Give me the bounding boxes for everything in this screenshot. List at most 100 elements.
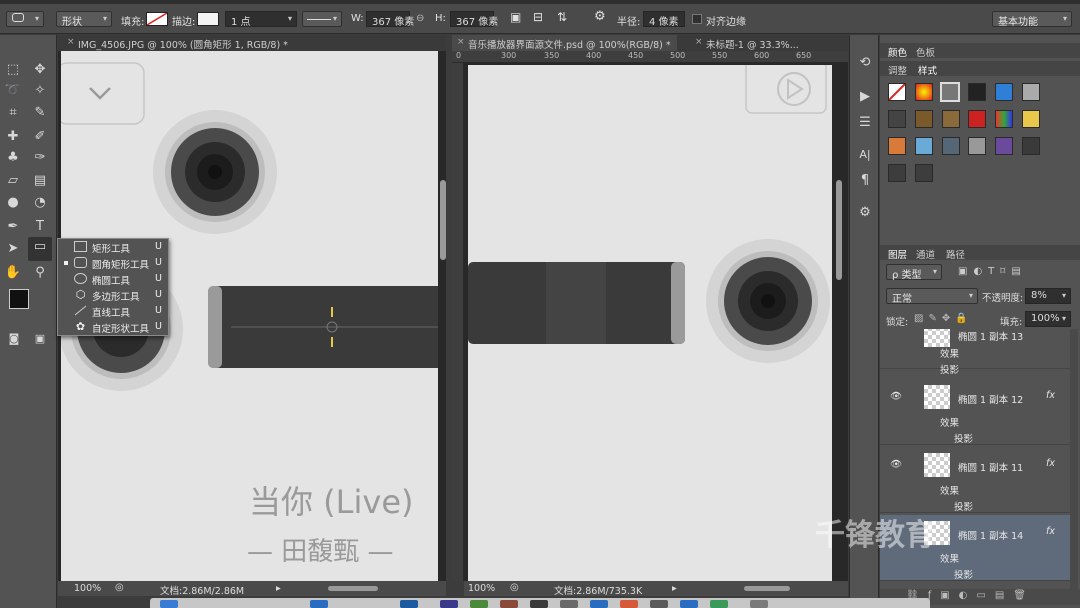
blur-icon[interactable]: ●: [3, 193, 23, 213]
stroke-width-input[interactable]: 1 点 ▾: [225, 11, 297, 28]
align-edges-checkbox[interactable]: [692, 14, 702, 24]
doc3-tab[interactable]: × 未标题-1 @ 33.3%...: [690, 35, 805, 51]
tab-adjustments[interactable]: 调整: [888, 63, 907, 77]
tab-channels[interactable]: 通道: [916, 247, 935, 261]
layer-row[interactable]: 👁 椭圆 1 副本 11 fx 效果 投影: [880, 447, 1070, 513]
gradient-icon[interactable]: ▤: [30, 171, 50, 191]
menu-item-line[interactable]: 直线工具 U: [58, 303, 168, 319]
link-icon[interactable]: ⊖: [416, 13, 424, 24]
style-swatch-selected[interactable]: [940, 82, 960, 102]
healing-brush-icon[interactable]: ✚: [3, 127, 23, 147]
layer-row[interactable]: 椭圆 1 副本 13 效果 投影: [880, 329, 1070, 376]
tool-preset-picker[interactable]: ▾: [6, 11, 44, 27]
dock-app-icon[interactable]: [400, 600, 418, 608]
dock-app-icon[interactable]: [310, 600, 328, 608]
style-swatch[interactable]: [888, 110, 906, 128]
dock-app-icon[interactable]: [710, 600, 728, 608]
doc2-status-arrow-icon[interactable]: ▸: [672, 583, 677, 594]
dock-app-icon[interactable]: [590, 600, 608, 608]
menu-item-rounded-rectangle[interactable]: 圆角矩形工具 U: [58, 255, 168, 271]
style-swatch[interactable]: [888, 137, 906, 155]
doc2-vscroll[interactable]: [836, 180, 842, 280]
path-ops-icon[interactable]: ▣: [510, 10, 521, 24]
close-icon[interactable]: ×: [67, 37, 75, 47]
doc1-vscroll[interactable]: [440, 180, 446, 260]
workspace-dropdown[interactable]: 基本功能 ▾: [992, 11, 1072, 28]
path-arrange-icon[interactable]: ⇅: [557, 10, 567, 24]
visibility-eye-icon[interactable]: 👁: [890, 459, 902, 470]
radius-input[interactable]: 4 像素: [643, 11, 685, 28]
style-swatch[interactable]: [968, 83, 986, 101]
doc1-hscroll[interactable]: [328, 586, 378, 591]
tab-styles[interactable]: 样式: [918, 63, 937, 77]
width-input[interactable]: 367 像素: [366, 11, 414, 28]
foreground-color[interactable]: [9, 289, 29, 309]
type-icon[interactable]: T: [30, 217, 50, 237]
style-swatch[interactable]: [968, 110, 986, 128]
menu-item-polygon[interactable]: ⬡ 多边形工具 U: [58, 287, 168, 303]
fx-icon[interactable]: fx: [1046, 458, 1055, 469]
lock-icons[interactable]: ▨✎✥🔒: [914, 313, 973, 324]
path-selection-icon[interactable]: ➤: [3, 239, 23, 259]
style-swatch[interactable]: [942, 110, 960, 128]
fill-input[interactable]: 100% ▾: [1025, 311, 1071, 327]
dock-app-icon[interactable]: [750, 600, 768, 608]
paragraph-icon[interactable]: ¶: [855, 171, 875, 191]
marquee-icon[interactable]: ⬚: [3, 60, 23, 80]
dock-app-icon[interactable]: [530, 600, 548, 608]
style-swatch[interactable]: [942, 137, 960, 155]
dock-app-icon[interactable]: [620, 600, 638, 608]
move-icon[interactable]: ✥: [30, 60, 50, 80]
style-swatch[interactable]: [995, 137, 1013, 155]
layer-filter-dropdown[interactable]: ρ 类型 ▾: [886, 264, 942, 281]
style-none[interactable]: [888, 83, 906, 101]
stroke-type-dropdown[interactable]: ▾: [302, 11, 342, 27]
menu-item-rectangle[interactable]: 矩形工具 U: [58, 239, 168, 255]
layer-row[interactable]: 👁 椭圆 1 副本 12 fx 效果 投影: [880, 379, 1070, 445]
path-align-icon[interactable]: ⊟: [533, 10, 543, 24]
fx-icon[interactable]: fx: [1046, 526, 1055, 537]
dock-app-icon[interactable]: [560, 600, 578, 608]
stroke-swatch[interactable]: [197, 12, 219, 26]
crop-icon[interactable]: ⌗: [3, 103, 23, 123]
tab-layers[interactable]: 图层: [888, 247, 907, 261]
mode-dropdown[interactable]: 形状 ▾: [56, 11, 112, 28]
layers-scrollbar[interactable]: [1070, 329, 1078, 589]
doc2-zoom[interactable]: 100%: [468, 583, 495, 594]
lasso-icon[interactable]: ➰: [3, 81, 23, 101]
visibility-eye-icon[interactable]: 👁: [890, 391, 902, 402]
style-swatch[interactable]: [915, 83, 933, 101]
gear-icon[interactable]: ⚙: [594, 9, 606, 24]
style-swatch[interactable]: [915, 164, 933, 182]
style-swatch[interactable]: [968, 137, 986, 155]
quick-mask-icon[interactable]: ◙: [4, 329, 24, 349]
eyedropper-icon[interactable]: ✎: [30, 103, 50, 123]
history-icon[interactable]: ⟲: [855, 53, 875, 73]
pen-icon[interactable]: ✒: [3, 217, 23, 237]
dock-app-icon[interactable]: [650, 600, 668, 608]
fx-icon[interactable]: fx: [1046, 390, 1055, 401]
close-icon[interactable]: ×: [695, 37, 703, 47]
doc2-canvas[interactable]: [468, 65, 832, 581]
style-swatch[interactable]: [888, 164, 906, 182]
tab-paths[interactable]: 路径: [946, 247, 965, 261]
character-icon[interactable]: A|: [855, 145, 875, 165]
screen-mode-icon[interactable]: ▣: [30, 329, 50, 349]
dock-app-icon[interactable]: [160, 600, 178, 608]
tab-swatches[interactable]: 色板: [916, 45, 935, 59]
style-swatch[interactable]: [995, 83, 1013, 101]
dock-app-icon[interactable]: [680, 600, 698, 608]
dock-app-icon[interactable]: [470, 600, 488, 608]
doc1-tab[interactable]: × IMG_4506.JPG @ 100% (圆角矩形 1, RGB/8) *: [62, 35, 294, 51]
history-brush-icon[interactable]: ✑: [30, 148, 50, 168]
properties-icon[interactable]: ⚙: [855, 203, 875, 223]
doc1-info-icon[interactable]: ◎: [115, 582, 124, 593]
style-swatch[interactable]: [995, 110, 1013, 128]
adjustments-icon[interactable]: ☰: [855, 113, 875, 133]
actions-icon[interactable]: ▶: [855, 87, 875, 107]
blend-mode-dropdown[interactable]: 正常 ▾: [886, 288, 978, 305]
clone-stamp-icon[interactable]: ♣: [3, 148, 23, 168]
zoom-icon[interactable]: ⚲: [30, 263, 50, 283]
style-swatch[interactable]: [915, 137, 933, 155]
doc2-hscroll[interactable]: [744, 586, 790, 591]
